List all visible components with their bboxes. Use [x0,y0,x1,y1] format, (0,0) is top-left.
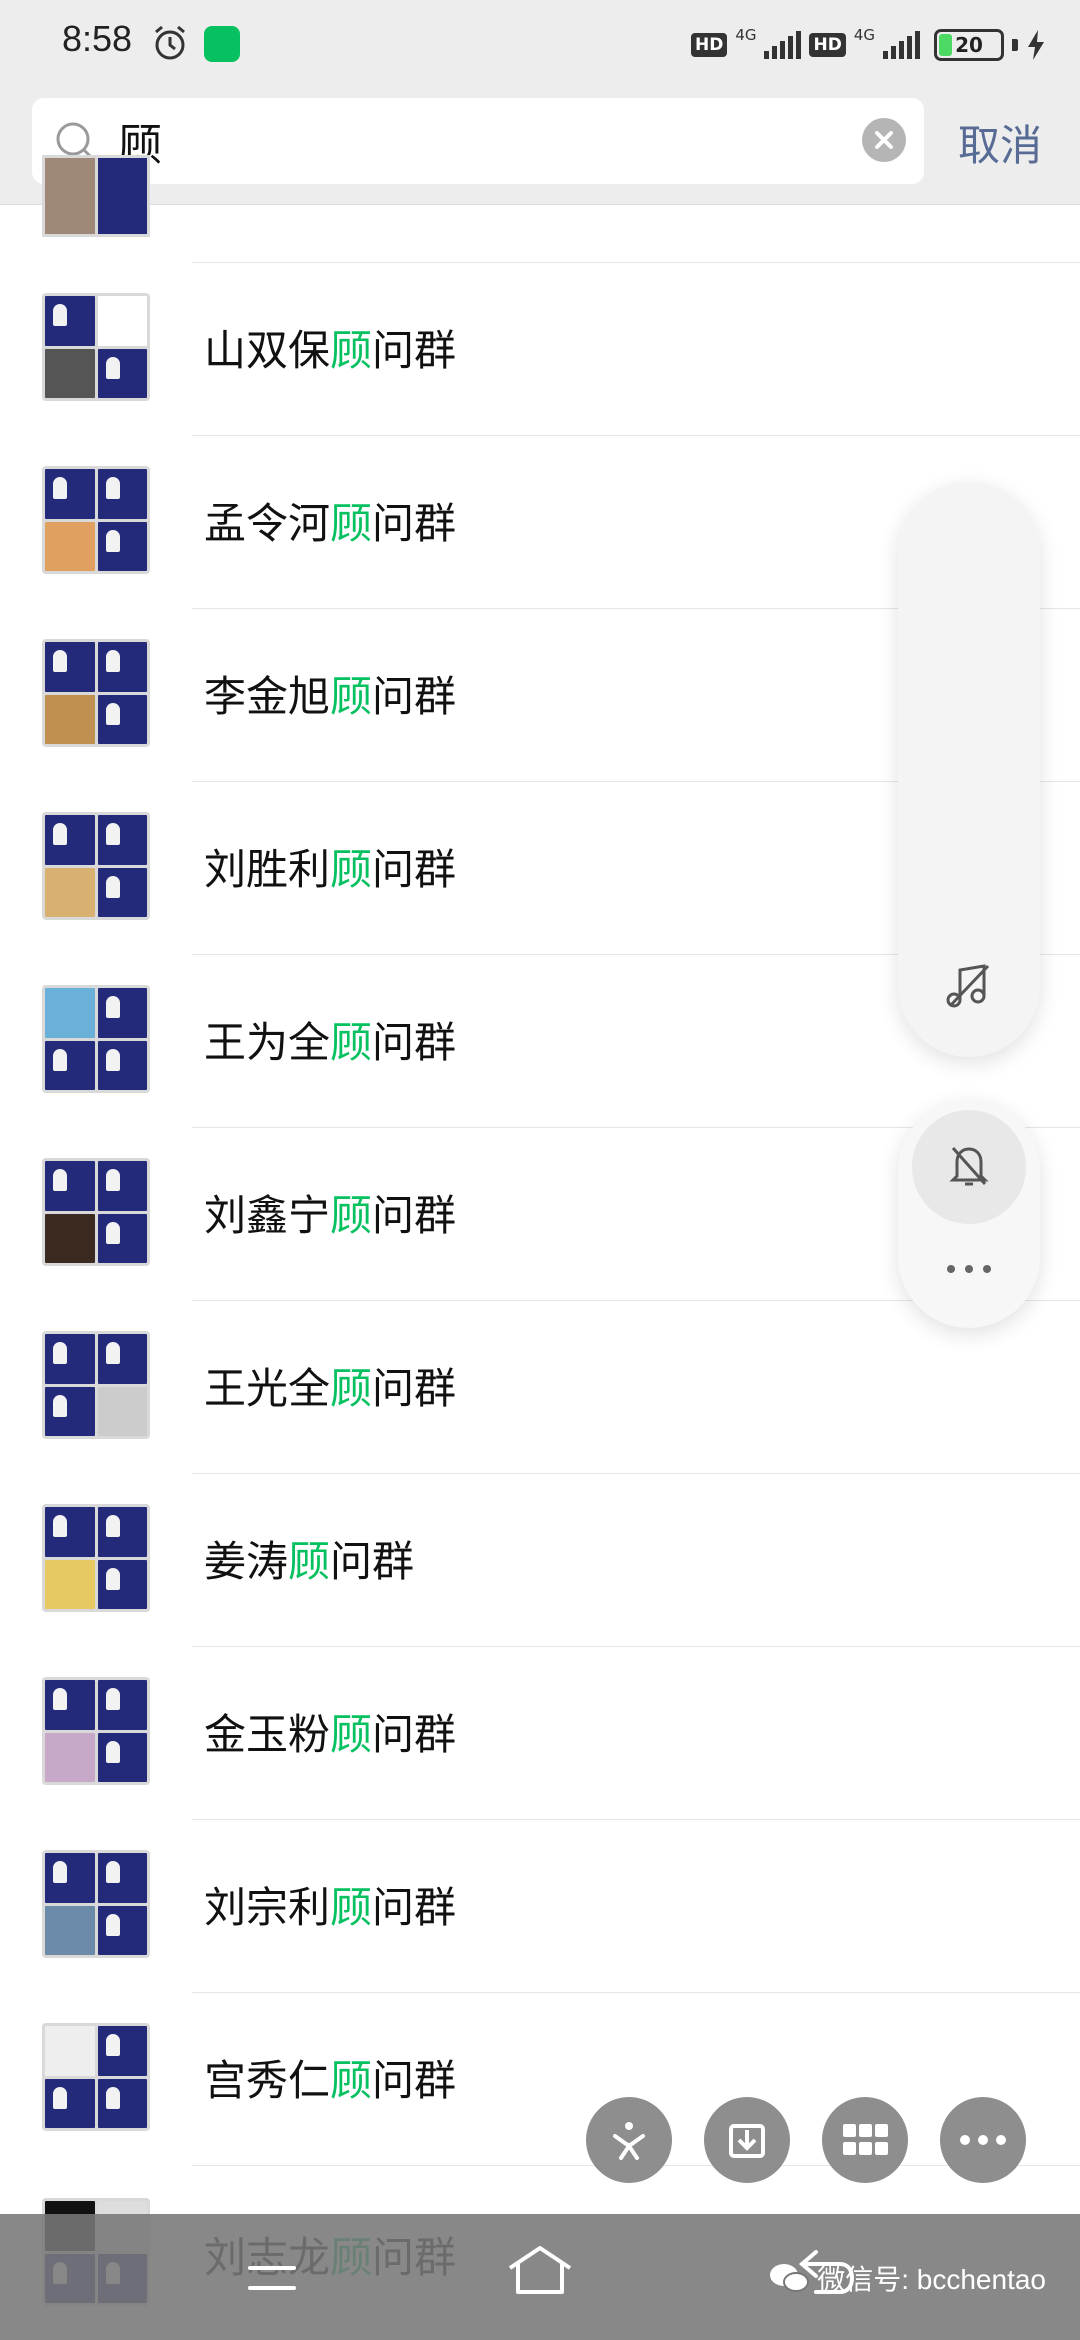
match-highlight: 顾 [288,1537,331,1586]
group-avatar [42,1331,150,1439]
search-header: 取消 [0,90,1080,205]
group-name: 金玉粉顾问群 [204,1710,457,1759]
home-icon[interactable] [504,2244,576,2298]
group-avatar [42,293,150,401]
cancel-button[interactable]: 取消 [958,112,1042,173]
group-avatar [42,812,150,920]
group-name: 李金旭顾问群 [204,672,457,721]
list-item[interactable]: 王光全顾问群 [0,1301,1080,1474]
group-avatar [42,155,150,237]
status-indicators: HD 4G HD 4G 20 [690,24,1046,66]
watermark-text: 微信号: bcchentao [817,2264,1046,2295]
sparkle-button[interactable] [586,2097,672,2183]
list-item[interactable]: 刘宗利顾问群 [0,1820,1080,1993]
search-box[interactable] [32,98,924,184]
match-highlight: 顾 [330,845,373,894]
list-item[interactable]: 山双保顾问群 [0,263,1080,436]
group-avatar [42,1158,150,1266]
group-name: 姜涛顾问群 [204,1537,415,1586]
floating-actions-panel [898,1100,1040,1328]
group-avatar [42,1850,150,1958]
match-highlight: 顾 [330,672,373,721]
group-avatar [42,2023,150,2131]
clear-search-icon[interactable] [862,118,906,162]
match-highlight: 顾 [330,2056,373,2105]
group-name: 山双保顾问群 [204,326,457,375]
wechat-logo-icon [770,2264,810,2292]
floating-window-panel[interactable] [898,482,1040,1057]
match-highlight: 顾 [330,326,373,375]
signal-icon [764,31,802,59]
group-avatar [42,639,150,747]
network-type: 4G [735,26,757,44]
status-bar: 8:58 HD 4G HD 4G 20 [0,0,1080,90]
download-icon [729,2124,765,2158]
battery-level: 20 [955,33,983,57]
group-avatar [42,1677,150,1785]
status-time: 8:58 [62,18,133,59]
group-name: 刘宗利顾问群 [204,1883,457,1932]
group-name: 孟令河顾问群 [204,499,457,548]
network-type: 4G [853,26,875,44]
group-name: 王为全顾问群 [204,1018,457,1067]
list-item-partial[interactable] [0,155,1080,263]
signal-icon [883,31,920,59]
wechat-icon [204,26,240,62]
group-name: 宫秀仁顾问群 [204,2056,457,2105]
group-name: 王光全顾问群 [204,1364,457,1413]
match-highlight: 顾 [330,1883,373,1932]
match-highlight: 顾 [330,1191,373,1240]
mute-bell-icon [949,1147,989,1186]
alarm-icon [155,25,185,60]
list-item[interactable]: 金玉粉顾问群 [0,1647,1080,1820]
group-avatar [42,466,150,574]
mute-button[interactable] [912,1110,1026,1224]
charging-icon [1028,30,1044,60]
match-highlight: 顾 [330,1710,373,1759]
menu-icon[interactable] [246,2256,298,2300]
music-off-icon[interactable] [944,962,992,1010]
group-name: 刘鑫宁顾问群 [204,1191,457,1240]
group-avatar [42,985,150,1093]
hd-badge: HD [690,33,728,57]
download-button[interactable] [704,2097,790,2183]
more-icon [960,2135,1006,2145]
navigation-bar: 微信号: bcchentao [0,2214,1080,2340]
sparkle-icon [613,2122,645,2160]
hd-badge: HD [809,33,846,57]
list-item[interactable]: 宫秀仁顾问群 [0,1993,1080,2166]
more-dots-icon[interactable] [944,1262,994,1276]
group-name: 刘胜利顾问群 [204,845,457,894]
list-item[interactable]: 姜涛顾问群 [0,1474,1080,1647]
grid-button[interactable] [822,2097,908,2183]
match-highlight: 顾 [330,1364,373,1413]
match-highlight: 顾 [330,1018,373,1067]
group-avatar [42,1504,150,1612]
grid-icon [843,2124,888,2155]
match-highlight: 顾 [330,499,373,548]
watermark: 微信号: bcchentao [769,2258,1046,2298]
more-button[interactable] [940,2097,1026,2183]
search-input[interactable] [118,98,858,184]
battery-icon: 20 [934,29,1004,61]
